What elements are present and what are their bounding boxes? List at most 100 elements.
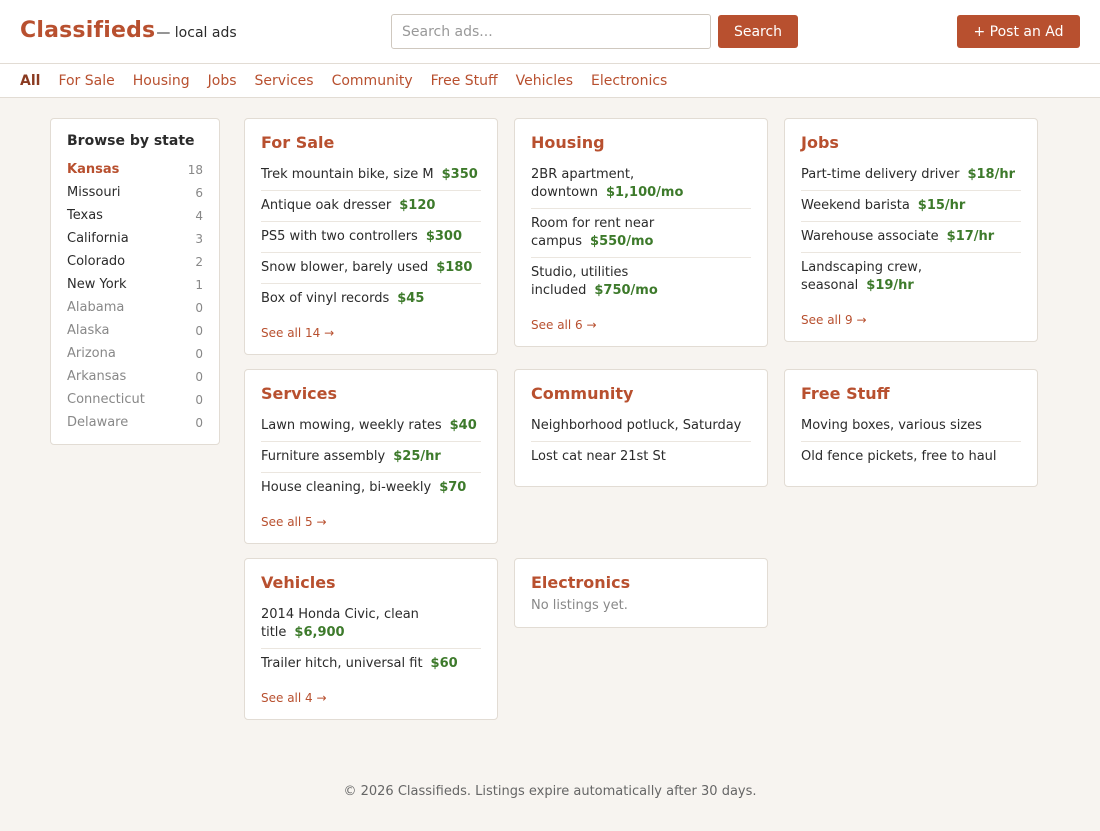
card-title[interactable]: Housing xyxy=(531,133,751,152)
state-name: Kansas xyxy=(67,162,120,177)
nav-for-sale[interactable]: For Sale xyxy=(58,73,114,89)
listing-item[interactable]: Weekend barista $15/hr xyxy=(801,191,1021,222)
state-item-alabama[interactable]: Alabama 0 xyxy=(67,296,203,319)
category-nav: All For Sale Housing Jobs Services Commu… xyxy=(0,64,1100,98)
state-item-missouri[interactable]: Missouri 6 xyxy=(67,181,203,204)
state-count: 1 xyxy=(195,277,203,292)
nav-free-stuff[interactable]: Free Stuff xyxy=(431,73,498,89)
state-count: 0 xyxy=(195,300,203,315)
listing-item[interactable]: 2BR apartment, downtown $1,100/mo xyxy=(531,160,751,209)
card-for-sale: For Sale Trek mountain bike, size M $350 … xyxy=(244,118,498,355)
listing-item[interactable]: Room for rent near campus $550/mo xyxy=(531,209,751,258)
nav-jobs[interactable]: Jobs xyxy=(208,73,237,89)
state-item-arkansas[interactable]: Arkansas 0 xyxy=(67,365,203,388)
listing-item[interactable]: Studio, utilities included $750/mo xyxy=(531,258,751,306)
listing-price: $350 xyxy=(441,167,478,182)
state-item-alaska[interactable]: Alaska 0 xyxy=(67,319,203,342)
listing-price: $19/hr xyxy=(866,278,914,293)
card-title[interactable]: Jobs xyxy=(801,133,1021,152)
listing-item[interactable]: PS5 with two controllers $300 xyxy=(261,222,481,253)
card-vehicles: Vehicles 2014 Honda Civic, clean title $6… xyxy=(244,558,498,720)
nav-housing[interactable]: Housing xyxy=(133,73,190,89)
card-title[interactable]: Community xyxy=(531,384,751,403)
card-community: Community Neighborhood potluck, Saturday… xyxy=(514,369,768,487)
listing-title: Antique oak dresser xyxy=(261,198,392,213)
state-item-new-york[interactable]: New York 1 xyxy=(67,273,203,296)
state-item-arizona[interactable]: Arizona 0 xyxy=(67,342,203,365)
state-item-california[interactable]: California 3 xyxy=(67,227,203,250)
listing-title: Snow blower, barely used xyxy=(261,260,429,275)
state-name: New York xyxy=(67,277,127,292)
state-count: 2 xyxy=(195,254,203,269)
listing-title: Lost cat near 21st St xyxy=(531,449,666,464)
card-title[interactable]: Free Stuff xyxy=(801,384,1021,403)
nav-all[interactable]: All xyxy=(20,73,40,89)
state-name: Alabama xyxy=(67,300,125,315)
card-title[interactable]: Services xyxy=(261,384,481,403)
card-electronics: Electronics No listings yet. xyxy=(514,558,768,628)
brand[interactable]: Classifieds — local ads xyxy=(20,18,237,43)
see-all-link[interactable]: See all 6 → xyxy=(531,318,751,332)
listing-price: $18/hr xyxy=(967,167,1015,182)
card-title[interactable]: For Sale xyxy=(261,133,481,152)
nav-electronics[interactable]: Electronics xyxy=(591,73,667,89)
search-input[interactable] xyxy=(391,14,711,49)
card-jobs: Jobs Part-time delivery driver $18/hr Wee… xyxy=(784,118,1038,342)
search-button[interactable]: Search xyxy=(718,15,798,48)
state-item-texas[interactable]: Texas 4 xyxy=(67,204,203,227)
state-item-connecticut[interactable]: Connecticut 0 xyxy=(67,388,203,411)
listing-price: $750/mo xyxy=(594,283,658,298)
see-all-link[interactable]: See all 4 → xyxy=(261,691,481,705)
listing-price: $40 xyxy=(449,418,477,433)
card-housing: Housing 2BR apartment, downtown $1,100/mo… xyxy=(514,118,768,347)
state-name: Missouri xyxy=(67,185,121,200)
listing-title: Weekend barista xyxy=(801,198,910,213)
footer-text: © 2026 Classifieds. Listings expire auto… xyxy=(343,784,757,799)
state-count: 0 xyxy=(195,369,203,384)
listing-title: PS5 with two controllers xyxy=(261,229,418,244)
listing-item[interactable]: Moving boxes, various sizes xyxy=(801,411,1021,442)
listing-item[interactable]: Lawn mowing, weekly rates $40 xyxy=(261,411,481,442)
listing-item[interactable]: Snow blower, barely used $180 xyxy=(261,253,481,284)
card-services: Services Lawn mowing, weekly rates $40 Fu… xyxy=(244,369,498,544)
listing-price: $60 xyxy=(430,656,458,671)
listing-title: Part-time delivery driver xyxy=(801,167,960,182)
listing-item[interactable]: Furniture assembly $25/hr xyxy=(261,442,481,473)
listing-item[interactable]: House cleaning, bi-weekly $70 xyxy=(261,473,481,503)
listing-item[interactable]: Part-time delivery driver $18/hr xyxy=(801,160,1021,191)
card-title[interactable]: Electronics xyxy=(531,573,751,592)
card-title[interactable]: Vehicles xyxy=(261,573,481,592)
listing-item[interactable]: Lost cat near 21st St xyxy=(531,442,751,472)
see-all-link[interactable]: See all 14 → xyxy=(261,326,481,340)
listing-item[interactable]: Warehouse associate $17/hr xyxy=(801,222,1021,253)
state-item-colorado[interactable]: Colorado 2 xyxy=(67,250,203,273)
nav-vehicles[interactable]: Vehicles xyxy=(516,73,573,89)
listing-item[interactable]: Trailer hitch, universal fit $60 xyxy=(261,649,481,679)
listing-item[interactable]: 2014 Honda Civic, clean title $6,900 xyxy=(261,600,481,649)
state-item-delaware[interactable]: Delaware 0 xyxy=(67,411,203,434)
listing-item[interactable]: Antique oak dresser $120 xyxy=(261,191,481,222)
state-item-kansas[interactable]: Kansas 18 xyxy=(67,158,203,181)
state-name: Arizona xyxy=(67,346,116,361)
nav-services[interactable]: Services xyxy=(255,73,314,89)
state-name: Colorado xyxy=(67,254,126,269)
listing-item[interactable]: Neighborhood potluck, Saturday xyxy=(531,411,751,442)
listing-item[interactable]: Landscaping crew, seasonal $19/hr xyxy=(801,253,1021,301)
listing-title: Lawn mowing, weekly rates xyxy=(261,418,442,433)
listing-title: House cleaning, bi-weekly xyxy=(261,480,432,495)
state-name: Alaska xyxy=(67,323,110,338)
listing-item[interactable]: Trek mountain bike, size M $350 xyxy=(261,160,481,191)
listing-title: Furniture assembly xyxy=(261,449,386,464)
header: Classifieds — local ads Search + Post an… xyxy=(0,0,1100,64)
state-count: 6 xyxy=(195,185,203,200)
brand-name[interactable]: Classifieds xyxy=(20,18,155,43)
listing-item[interactable]: Old fence pickets, free to haul xyxy=(801,442,1021,472)
listing-item[interactable]: Box of vinyl records $45 xyxy=(261,284,481,314)
post-ad-button[interactable]: + Post an Ad xyxy=(957,15,1080,48)
card-free-stuff: Free Stuff Moving boxes, various sizes O… xyxy=(784,369,1038,487)
nav-community[interactable]: Community xyxy=(332,73,413,89)
state-name: Delaware xyxy=(67,415,129,430)
see-all-link[interactable]: See all 5 → xyxy=(261,515,481,529)
listing-title: Box of vinyl records xyxy=(261,291,390,306)
see-all-link[interactable]: See all 9 → xyxy=(801,313,1021,327)
